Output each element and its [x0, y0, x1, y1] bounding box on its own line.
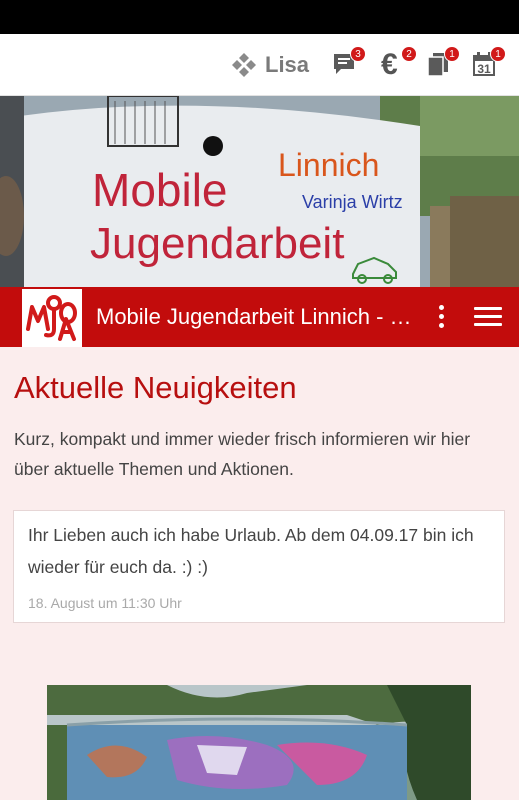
status-bar [0, 0, 519, 34]
hero-image: Mobile Jugendarbeit Linnich Varinja Wirt… [0, 96, 519, 287]
news-photo[interactable] [47, 685, 471, 800]
app-bar: Mobile Jugendarbeit Linnich - Home [0, 287, 519, 347]
page-title: Aktuelle Neuigkeiten [14, 370, 297, 405]
app-logo-icon [232, 53, 256, 77]
mja-logo[interactable] [22, 289, 82, 347]
news-item[interactable]: Ihr Lieben auch ich habe Urlaub. Ab dem … [13, 510, 505, 623]
euro-icon: € [381, 48, 398, 81]
hamburger-menu-button[interactable] [474, 307, 502, 329]
calendar-badge: 1 [490, 46, 506, 62]
hamburger-line [474, 323, 502, 326]
documents-button[interactable]: 1 [424, 46, 460, 80]
hero-wall-text-1: Mobile [92, 164, 228, 216]
hero-wall-text-name: Varinja Wirtz [302, 192, 403, 212]
kebab-dot [438, 314, 444, 319]
hero-wall-text-2: Jugendarbeit [90, 219, 344, 268]
calendar-button[interactable]: 31 1 [470, 46, 506, 80]
messages-button[interactable]: 3 [330, 46, 366, 80]
user-name: Lisa [265, 52, 310, 77]
user-menu[interactable]: Lisa [231, 51, 309, 79]
top-bar: Lisa 3 € 2 1 31 1 [0, 34, 519, 96]
overflow-menu-button[interactable] [431, 305, 451, 331]
kebab-dot [438, 323, 444, 328]
documents-badge: 1 [444, 46, 460, 62]
hero-wall-text-linnich: Linnich [278, 147, 379, 183]
payments-button[interactable]: € 2 [381, 46, 417, 81]
kebab-dot [438, 305, 444, 310]
messages-badge: 3 [350, 46, 366, 62]
news-text: Ihr Lieben auch ich habe Urlaub. Ab dem … [28, 525, 474, 577]
news-date: 18. August um 11:30 Uhr [28, 595, 182, 611]
hamburger-line [474, 315, 502, 318]
hamburger-line [474, 307, 502, 310]
calendar-day: 31 [477, 62, 491, 76]
payments-badge: 2 [401, 46, 417, 62]
mja-logo-icon [26, 295, 77, 341]
intro-text: Kurz, kompakt und immer wieder frisch in… [14, 429, 471, 479]
app-title: Mobile Jugendarbeit Linnich - Home [96, 304, 416, 329]
